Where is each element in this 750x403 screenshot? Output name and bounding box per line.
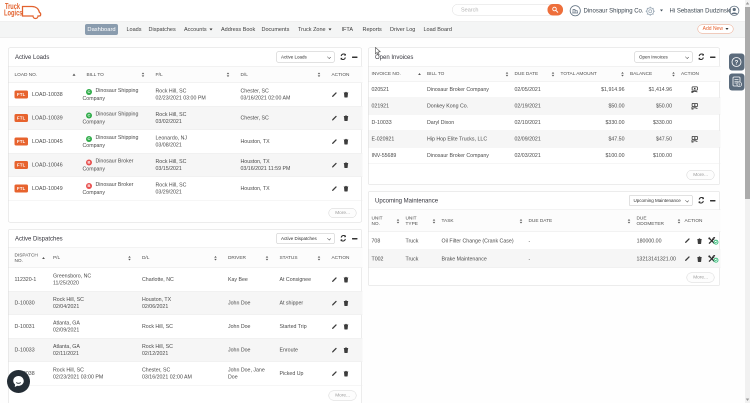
svg-text:?: ? (735, 60, 739, 66)
svg-text:Logics: Logics (4, 7, 23, 17)
